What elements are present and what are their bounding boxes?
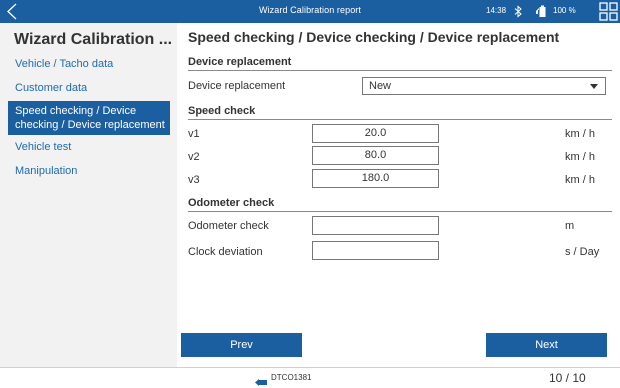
odometer-check-input[interactable]	[312, 216, 439, 235]
speed-unit-v1: km / h	[565, 128, 595, 140]
sidebar-item-manipulation[interactable]: Manipulation	[8, 164, 170, 178]
section-heading-speed-check: Speed check	[188, 105, 612, 120]
dropdown-arrow-icon	[590, 84, 598, 89]
speed-input-v2[interactable]: 80.0	[312, 146, 439, 165]
clock-deviation-input[interactable]	[312, 241, 439, 260]
bottom-bar: DTCO1381 10 / 10	[0, 367, 620, 388]
page-counter: 10 / 10	[549, 371, 586, 385]
grid-menu-icon[interactable]	[599, 2, 618, 21]
clock-deviation-unit: s / Day	[565, 246, 600, 258]
next-button[interactable]: Next	[486, 333, 607, 357]
sidebar-item-speed-checking[interactable]: Speed checking / Device checking / Devic…	[8, 101, 170, 135]
speed-input-v3[interactable]: 180.0	[312, 169, 439, 188]
battery-icon	[536, 5, 550, 18]
sidebar-item-vehicle-test[interactable]: Vehicle test	[8, 140, 170, 154]
device-link-icon	[255, 374, 267, 386]
odometer-check-unit: m	[565, 220, 575, 232]
speed-label-v1: v1	[188, 128, 200, 140]
status-bar: Wizard Calibration report 14:38 100 %	[0, 0, 620, 23]
speed-label-v2: v2	[188, 151, 200, 163]
sidebar: Wizard Calibration ... Vehicle / Tacho d…	[0, 23, 177, 367]
sidebar-item-vehicle-tacho-data[interactable]: Vehicle / Tacho data	[8, 57, 170, 71]
section-heading-device-replacement: Device replacement	[188, 56, 612, 71]
sidebar-item-customer-data[interactable]: Customer data	[8, 81, 170, 95]
speed-unit-v2: km / h	[565, 151, 595, 163]
device-replacement-select[interactable]: New	[362, 77, 606, 95]
battery-percent: 100 %	[553, 6, 576, 15]
speed-unit-v3: km / h	[565, 174, 595, 186]
sidebar-title: Wizard Calibration ...	[14, 31, 173, 48]
speed-input-v1[interactable]: 20.0	[312, 124, 439, 143]
device-name: DTCO1381	[271, 373, 312, 382]
page-title: Speed checking / Device checking / Devic…	[188, 29, 560, 45]
window-title: Wizard Calibration report	[258, 5, 362, 15]
device-replacement-label: Device replacement	[188, 80, 286, 92]
main-content: Speed checking / Device checking / Devic…	[177, 23, 620, 367]
device-replacement-value: New	[369, 80, 392, 92]
odometer-check-label: Odometer check	[188, 220, 269, 232]
section-heading-odometer-check: Odometer check	[188, 197, 612, 212]
bluetooth-icon	[513, 5, 523, 18]
prev-button[interactable]: Prev	[181, 333, 302, 357]
clock-time: 14:38	[486, 6, 507, 15]
speed-label-v3: v3	[188, 174, 200, 186]
clock-deviation-label: Clock deviation	[188, 246, 263, 258]
